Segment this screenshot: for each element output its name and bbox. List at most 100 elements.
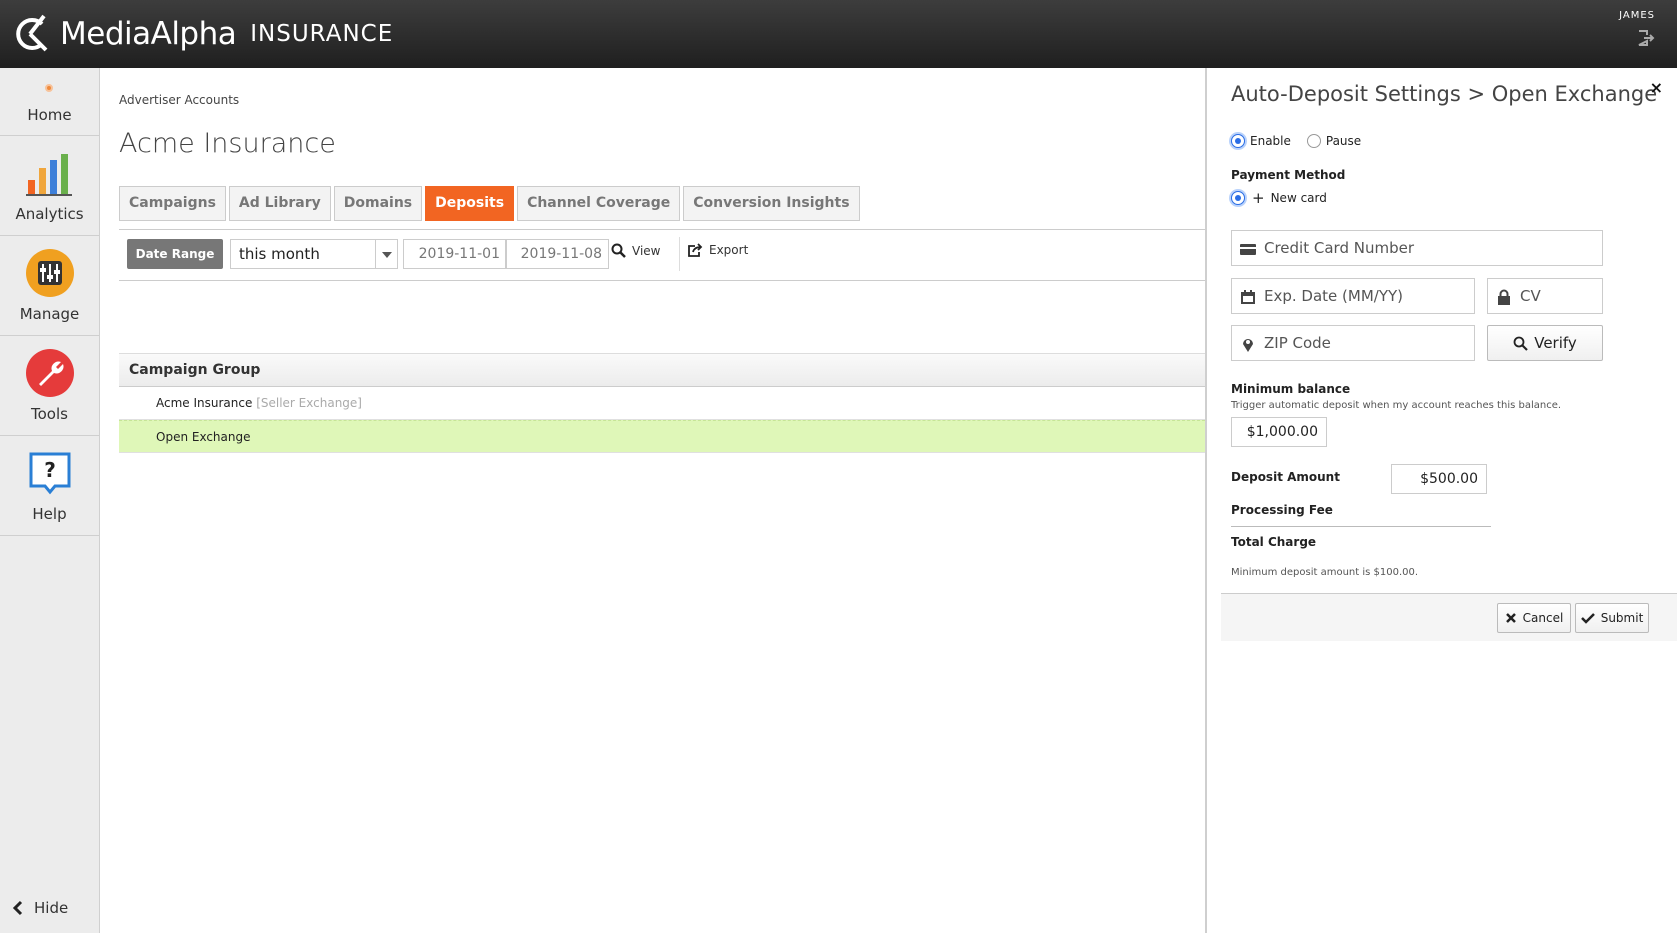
column-header: Campaign Group xyxy=(119,353,1205,387)
search-icon xyxy=(611,243,626,258)
brand-product: INSURANCE xyxy=(250,21,394,47)
export-icon xyxy=(688,243,703,257)
table-row[interactable]: Open Exchange xyxy=(119,420,1205,453)
export-label: Export xyxy=(709,243,749,257)
sidebar-item-home[interactable]: Home xyxy=(0,68,99,136)
date-range-select[interactable]: this month xyxy=(230,239,398,269)
processing-fee-label: Processing Fee xyxy=(1231,503,1333,517)
view-label: View xyxy=(632,243,661,258)
total-charge-label: Total Charge xyxy=(1231,535,1317,549)
main-content: Advertiser Accounts Acme Insurance Campa… xyxy=(100,68,1205,933)
wrench-icon xyxy=(26,349,74,397)
verify-label: Verify xyxy=(1534,334,1577,352)
new-card-radio[interactable] xyxy=(1231,191,1245,205)
date-range-button[interactable]: Date Range xyxy=(127,239,223,269)
chevron-down-icon xyxy=(375,240,397,268)
cancel-button[interactable]: Cancel xyxy=(1497,603,1571,633)
exp-date-placeholder: Exp. Date (MM/YY) xyxy=(1264,287,1403,305)
calendar-icon xyxy=(1241,290,1255,304)
submit-button[interactable]: Submit xyxy=(1575,603,1649,633)
chevron-left-icon xyxy=(12,900,23,916)
hide-label: Hide xyxy=(34,899,69,917)
top-bar: MediaAlpha INSURANCE JAMES xyxy=(0,0,1677,68)
filter-toolbar: Date Range this month 2019-11-01 2019-11… xyxy=(119,229,1205,345)
plus-icon: + xyxy=(1252,189,1265,207)
credit-card-icon xyxy=(1240,244,1256,255)
cv-placeholder: CV xyxy=(1520,287,1541,305)
check-icon xyxy=(1580,613,1595,624)
deposit-amount-label: Deposit Amount xyxy=(1231,470,1340,484)
tab-deposits[interactable]: Deposits xyxy=(425,186,515,221)
enable-label[interactable]: Enable xyxy=(1250,134,1291,148)
payment-method-label: Payment Method xyxy=(1231,168,1346,182)
new-card-label[interactable]: New card xyxy=(1271,191,1327,205)
enable-radio[interactable] xyxy=(1231,134,1245,148)
breadcrumb[interactable]: Advertiser Accounts xyxy=(119,93,239,107)
sidebar-item-tools[interactable]: Tools xyxy=(0,336,99,436)
divider xyxy=(119,229,1205,230)
sidebar-item-label: Tools xyxy=(31,405,68,423)
end-date-input[interactable]: 2019-11-08 xyxy=(505,239,609,269)
page-title: Acme Insurance xyxy=(119,128,336,159)
pause-label[interactable]: Pause xyxy=(1326,134,1361,148)
row-tag: [Seller Exchange] xyxy=(256,396,362,410)
start-date-input[interactable]: 2019-11-01 xyxy=(403,239,507,269)
brand-name: MediaAlpha xyxy=(60,16,237,52)
lock-icon xyxy=(1498,289,1510,305)
sidebar-item-analytics[interactable]: Analytics xyxy=(0,136,99,236)
minimum-balance-help: Trigger automatic deposit when my accoun… xyxy=(1231,400,1562,411)
sidebar-item-help[interactable]: ? Help xyxy=(0,436,99,536)
row-name: Acme Insurance xyxy=(156,396,253,410)
pause-radio[interactable] xyxy=(1306,134,1321,148)
sidebar-item-label: Home xyxy=(27,106,72,124)
cancel-label: Cancel xyxy=(1522,611,1564,625)
view-button[interactable]: View xyxy=(611,243,660,258)
campaign-group-table: Campaign Group Acme Insurance [Seller Ex… xyxy=(119,353,1205,453)
sidebar-item-manage[interactable]: Manage xyxy=(0,236,99,336)
hide-sidebar-button[interactable]: Hide xyxy=(12,899,68,917)
question-icon: ? xyxy=(29,452,71,495)
auto-deposit-panel: Auto-Deposit Settings > Open Exchange × … xyxy=(1205,68,1677,933)
logo[interactable]: MediaAlpha INSURANCE xyxy=(16,14,393,54)
table-row[interactable]: Acme Insurance [Seller Exchange] xyxy=(119,387,1205,420)
user-name[interactable]: JAMES xyxy=(1619,10,1655,21)
divider xyxy=(1231,526,1491,527)
submit-label: Submit xyxy=(1600,611,1644,625)
tab-campaigns[interactable]: Campaigns xyxy=(119,186,226,221)
cv-field[interactable]: CV xyxy=(1487,278,1603,314)
tab-conversion-insights[interactable]: Conversion Insights xyxy=(683,186,860,221)
search-icon xyxy=(1513,336,1528,351)
sliders-icon xyxy=(26,249,74,297)
panel-footer: Cancel Submit xyxy=(1221,593,1677,641)
logout-icon[interactable] xyxy=(1637,29,1655,47)
map-pin-icon xyxy=(1243,339,1253,352)
tab-ad-library[interactable]: Ad Library xyxy=(228,186,331,221)
divider xyxy=(119,280,1205,281)
zip-code-placeholder: ZIP Code xyxy=(1264,334,1331,352)
minimum-deposit-note: Minimum deposit amount is $100.00. xyxy=(1231,567,1419,578)
row-name: Open Exchange xyxy=(156,430,251,444)
svg-text:?: ? xyxy=(44,458,56,482)
close-icon xyxy=(1505,613,1516,623)
export-button[interactable]: Export xyxy=(687,243,748,257)
sidebar-item-label: Manage xyxy=(19,305,80,323)
mediaalpha-logo-icon xyxy=(16,14,48,52)
exp-date-field[interactable]: Exp. Date (MM/YY) xyxy=(1231,278,1475,314)
sidebar: Home Analytics Manage Tools ? Help Hide xyxy=(0,68,100,933)
credit-card-field[interactable]: Credit Card Number xyxy=(1231,230,1603,266)
zip-code-field[interactable]: ZIP Code xyxy=(1231,325,1475,361)
sidebar-item-label: Analytics xyxy=(15,205,84,223)
home-dot-icon xyxy=(45,84,53,92)
sidebar-item-label: Help xyxy=(32,505,67,523)
payment-method-radio-group: + New card xyxy=(1231,189,1327,207)
divider xyxy=(679,237,680,271)
credit-card-placeholder: Credit Card Number xyxy=(1264,239,1414,257)
tab-domains[interactable]: Domains xyxy=(333,186,423,221)
date-range-value: this month xyxy=(239,245,320,263)
tab-channel-coverage[interactable]: Channel Coverage xyxy=(517,186,681,221)
minimum-balance-input[interactable]: $1,000.00 xyxy=(1231,417,1327,447)
deposit-amount-input[interactable]: $500.00 xyxy=(1391,464,1487,494)
bar-chart-icon xyxy=(26,154,72,196)
verify-button[interactable]: Verify xyxy=(1487,325,1603,361)
close-icon[interactable]: × xyxy=(1650,78,1663,97)
